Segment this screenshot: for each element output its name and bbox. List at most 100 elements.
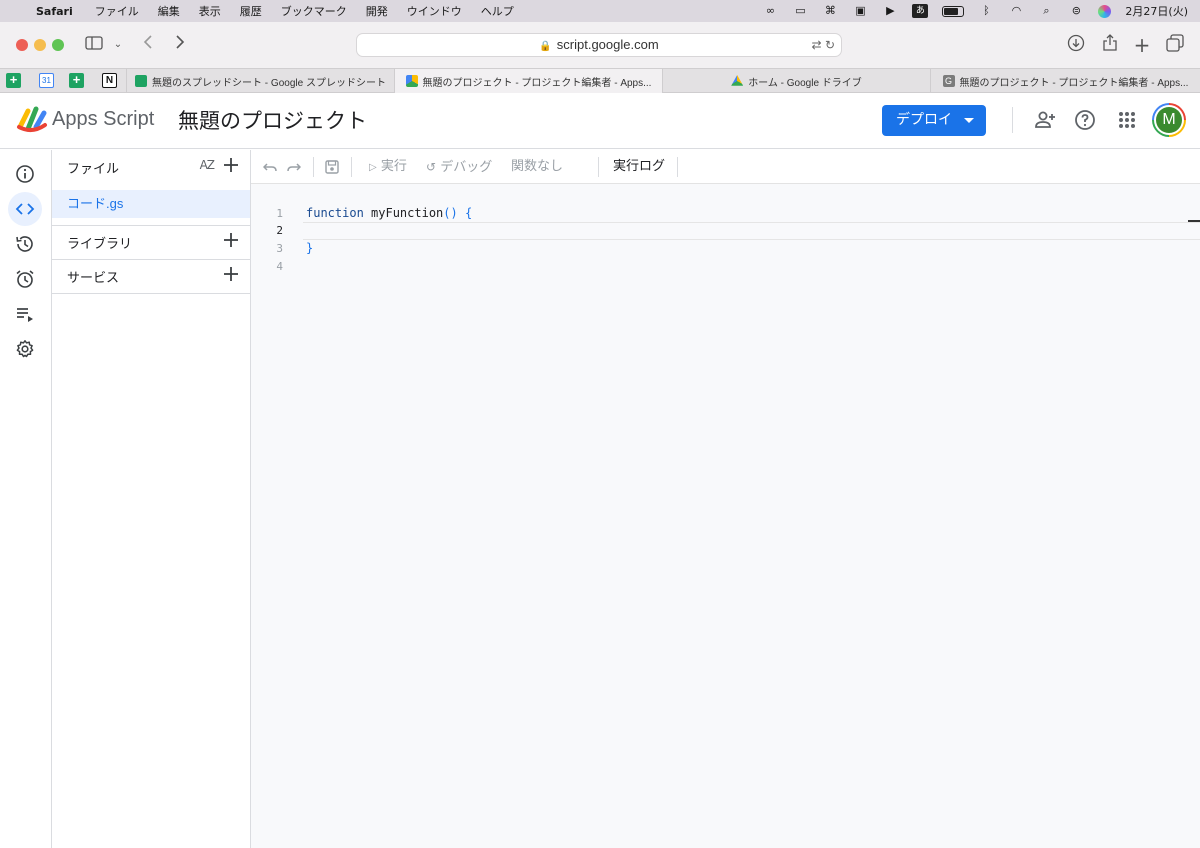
scrollbar-marker[interactable] xyxy=(1188,220,1200,222)
chevron-down-icon[interactable]: ⌄ xyxy=(112,34,124,56)
undo-icon[interactable] xyxy=(262,150,277,184)
keyword-function: function xyxy=(306,206,364,220)
files-section-label: ファイル xyxy=(67,161,120,177)
url-text: script.google.com xyxy=(556,37,659,52)
function-select[interactable]: 関数なし xyxy=(511,150,563,184)
apps-script-favicon-icon xyxy=(405,75,418,87)
help-icon[interactable] xyxy=(1073,108,1097,132)
safari-toolbar: ⌄ 🔒 script.google.com ⇄ ↻ + xyxy=(0,22,1200,68)
sheets-favicon-icon xyxy=(135,75,148,87)
rail-triggers[interactable] xyxy=(8,262,42,296)
rail-executions[interactable] xyxy=(8,297,42,331)
new-tab-icon[interactable]: + xyxy=(1132,34,1152,56)
menu-app-safari[interactable]: Safari xyxy=(36,5,73,18)
spotlight-search-icon[interactable]: ⌕ xyxy=(1038,5,1054,17)
share-icon[interactable] xyxy=(1100,34,1120,56)
siri-icon[interactable] xyxy=(1098,4,1112,18)
menubar-clock[interactable]: 2月27日(火) xyxy=(1125,3,1188,19)
line-number: 4 xyxy=(276,260,283,273)
code-line-3[interactable]: } xyxy=(306,241,313,255)
menu-bookmarks[interactable]: ブックマーク xyxy=(281,3,347,19)
zoom-window-button[interactable] xyxy=(52,39,64,51)
tab-overview-icon[interactable] xyxy=(1164,34,1186,56)
input-method-icon[interactable]: あ xyxy=(912,4,929,18)
add-file-plus-icon[interactable] xyxy=(222,156,240,174)
run-button[interactable]: ▷ 実行 xyxy=(369,150,407,184)
info-icon xyxy=(16,165,34,183)
menu-edit[interactable]: 編集 xyxy=(158,3,180,19)
menu-develop[interactable]: 開発 xyxy=(366,3,388,19)
save-icon[interactable] xyxy=(325,150,339,184)
menu-history[interactable]: 履歴 xyxy=(240,3,262,19)
window-layout-icon[interactable]: ▭ xyxy=(792,5,808,17)
apps-script-logo-icon[interactable] xyxy=(16,105,48,133)
editor-toolbar: ▷ 実行 ↺ デバッグ 関数なし 実行ログ xyxy=(251,150,1200,184)
deploy-button[interactable]: デプロイ xyxy=(882,105,986,136)
pinned-tab-sheets-icon[interactable]: + xyxy=(6,73,21,88)
close-window-button[interactable] xyxy=(16,39,28,51)
pinned-tab-notion-icon[interactable]: N xyxy=(102,73,117,88)
toolbar-divider xyxy=(598,157,599,177)
control-center-icon[interactable]: ⊜ xyxy=(1068,5,1084,17)
downloads-icon[interactable] xyxy=(1066,34,1086,56)
creative-cloud-icon[interactable]: ∞ xyxy=(762,5,778,17)
debug-button[interactable]: ↺ デバッグ xyxy=(426,150,492,184)
tab-google-drive[interactable]: ホーム - Google ドライブ xyxy=(662,69,930,93)
rail-editor[interactable] xyxy=(8,192,42,226)
sort-az-icon[interactable]: AZ xyxy=(200,158,215,172)
pinned-tab-calendar-icon[interactable]: 31 xyxy=(39,73,54,88)
rail-history[interactable] xyxy=(8,227,42,261)
address-bar[interactable]: 🔒 script.google.com ⇄ ↻ xyxy=(356,33,842,57)
code-editor[interactable]: 1 2 3 4 function myFunction() { } xyxy=(251,184,1200,848)
function-name: myFunction xyxy=(363,206,444,220)
tab-apps-script-active[interactable]: 無題のプロジェクト - プロジェクト編集者 - Apps... xyxy=(394,69,662,93)
parentheses: () xyxy=(443,206,458,220)
apps-script-brand[interactable]: Apps Script xyxy=(52,108,154,131)
line-number: 1 xyxy=(276,207,283,220)
apps-grid-icon[interactable] xyxy=(1115,108,1139,132)
menu-file[interactable]: ファイル xyxy=(95,3,139,19)
libraries-label: ライブラリ xyxy=(67,236,133,252)
play-icon[interactable]: ▶ xyxy=(882,5,898,17)
playlist-play-icon xyxy=(17,308,33,322)
back-button[interactable] xyxy=(140,34,156,56)
minimize-window-button[interactable] xyxy=(34,39,46,51)
rail-settings[interactable] xyxy=(8,332,42,366)
tab-title: 無題のスプレッドシート - Google スプレッドシート xyxy=(152,77,386,89)
reload-icon[interactable]: ↻ xyxy=(825,38,835,52)
toolbar-divider xyxy=(313,157,314,177)
screen-mirror-icon[interactable]: ▣ xyxy=(852,5,868,17)
add-person-icon[interactable] xyxy=(1033,108,1057,132)
bluetooth-icon[interactable]: ᛒ xyxy=(978,5,994,17)
menu-help[interactable]: ヘルプ xyxy=(481,3,514,19)
rail-overview[interactable] xyxy=(8,157,42,191)
account-avatar[interactable]: M xyxy=(1152,103,1186,137)
tab-spreadsheet[interactable]: 無題のスプレッドシート - Google スプレッドシート xyxy=(126,69,394,93)
add-service-plus-icon[interactable] xyxy=(222,265,240,283)
pinned-tab-sheets-2-icon[interactable]: + xyxy=(69,73,84,88)
code-line-1[interactable]: function myFunction() { xyxy=(306,206,472,220)
execution-log-button[interactable]: 実行ログ xyxy=(613,150,665,184)
forward-button[interactable] xyxy=(172,34,188,56)
sidebar-toggle-icon[interactable] xyxy=(84,34,104,56)
alarm-clock-icon xyxy=(16,270,34,288)
libraries-section[interactable]: ライブラリ xyxy=(52,225,250,259)
files-section-header: ファイル AZ xyxy=(52,150,250,184)
wifi-icon[interactable]: ◠ xyxy=(1008,5,1024,17)
battery-icon[interactable] xyxy=(942,5,965,17)
tab-apps-script-2[interactable]: G 無題のプロジェクト - プロジェクト編集者 - Apps... xyxy=(930,69,1200,93)
project-title[interactable]: 無題のプロジェクト xyxy=(178,105,367,135)
services-section[interactable]: サービス xyxy=(52,259,250,293)
redo-icon[interactable] xyxy=(287,150,302,184)
file-item-code-gs[interactable]: コード.gs xyxy=(52,190,250,218)
run-label: 実行 xyxy=(380,159,407,174)
command-icon[interactable]: ⌘ xyxy=(822,5,838,17)
translate-icon[interactable]: ⇄ xyxy=(812,38,822,52)
avatar-letter: M xyxy=(1156,107,1182,133)
deploy-label: デプロイ xyxy=(896,112,952,128)
close-brace: } xyxy=(306,241,314,255)
menu-window[interactable]: ウインドウ xyxy=(407,3,462,19)
menu-view[interactable]: 表示 xyxy=(199,3,221,19)
add-library-plus-icon[interactable] xyxy=(222,231,240,249)
tab-bar: + 31 + N 無題のスプレッドシート - Google スプレッドシート 無… xyxy=(0,68,1200,93)
